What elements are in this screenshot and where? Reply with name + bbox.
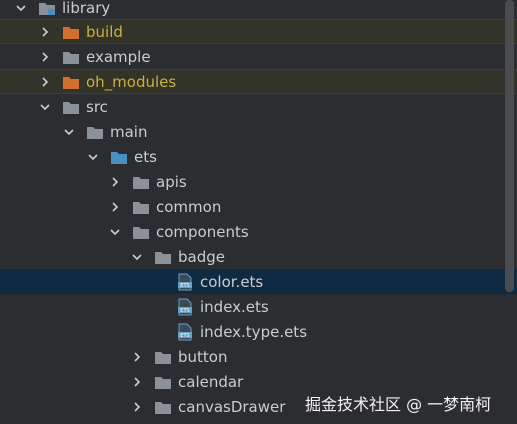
tree-label: ets bbox=[134, 147, 157, 166]
watermark: 掘金技术社区 @ 一梦南柯 bbox=[305, 395, 492, 414]
folder-icon bbox=[154, 249, 172, 265]
chevron-down-icon[interactable] bbox=[38, 100, 52, 114]
tree-label: main bbox=[110, 122, 148, 141]
chevron-right-icon[interactable] bbox=[108, 175, 122, 189]
ets-file-icon: ETS bbox=[176, 298, 194, 315]
chevron-right-icon[interactable] bbox=[130, 350, 144, 364]
ets-file-icon: ETS bbox=[176, 273, 194, 290]
tree-label: calendar bbox=[178, 372, 244, 391]
svg-text:ETS: ETS bbox=[180, 308, 189, 314]
tree-node-components[interactable]: components bbox=[0, 219, 517, 244]
ets-file-icon: ETS bbox=[176, 323, 194, 340]
tree-label: components bbox=[156, 222, 249, 241]
folder-icon bbox=[62, 49, 80, 65]
chevron-right-icon[interactable] bbox=[38, 25, 52, 39]
tree-node-button[interactable]: button bbox=[0, 344, 517, 369]
tree-node-example[interactable]: example bbox=[0, 44, 517, 69]
tree-node-main[interactable]: main bbox=[0, 119, 517, 144]
tree-node-badge[interactable]: badge bbox=[0, 244, 517, 269]
folder-icon bbox=[132, 199, 150, 215]
tree-label: library bbox=[62, 0, 111, 17]
vertical-scrollbar[interactable] bbox=[505, 0, 514, 292]
tree-node-common[interactable]: common bbox=[0, 194, 517, 219]
tree-node-library[interactable]: library bbox=[0, 0, 517, 20]
svg-text:ETS: ETS bbox=[180, 283, 189, 289]
module-folder-icon bbox=[38, 0, 56, 16]
tree-label: color.ets bbox=[200, 272, 264, 291]
chevron-right-icon[interactable] bbox=[38, 50, 52, 64]
tree-node-index-type-ets[interactable]: ETS index.type.ets bbox=[0, 319, 517, 344]
tree-label: index.type.ets bbox=[200, 322, 308, 341]
folder-icon bbox=[154, 374, 172, 390]
folder-icon bbox=[132, 174, 150, 190]
tree-node-oh-modules[interactable]: oh_modules bbox=[0, 69, 517, 94]
excluded-folder-icon bbox=[62, 74, 80, 90]
chevron-right-icon[interactable] bbox=[130, 375, 144, 389]
project-tree: library build example oh_modules src mai… bbox=[0, 0, 517, 424]
folder-icon bbox=[86, 124, 104, 140]
tree-label: src bbox=[86, 97, 108, 116]
folder-icon bbox=[154, 349, 172, 365]
svg-text:ETS: ETS bbox=[180, 333, 189, 339]
tree-label: canvasDrawer bbox=[178, 397, 286, 416]
tree-label: example bbox=[86, 47, 151, 66]
excluded-folder-icon bbox=[62, 24, 80, 40]
chevron-right-icon[interactable] bbox=[108, 200, 122, 214]
tree-node-ets[interactable]: ets bbox=[0, 144, 517, 169]
tree-label: index.ets bbox=[200, 297, 269, 316]
folder-icon bbox=[62, 99, 80, 115]
tree-node-color-ets[interactable]: ETS color.ets bbox=[0, 269, 517, 294]
tree-label: apis bbox=[156, 172, 187, 191]
tree-node-build[interactable]: build bbox=[0, 19, 517, 44]
tree-node-index-ets[interactable]: ETS index.ets bbox=[0, 294, 517, 319]
source-folder-icon bbox=[110, 149, 128, 165]
tree-label: oh_modules bbox=[86, 72, 177, 91]
chevron-down-icon[interactable] bbox=[130, 250, 144, 264]
chevron-down-icon[interactable] bbox=[62, 125, 76, 139]
folder-icon bbox=[132, 224, 150, 240]
folder-icon bbox=[154, 399, 172, 415]
chevron-down-icon[interactable] bbox=[108, 225, 122, 239]
chevron-right-icon[interactable] bbox=[130, 400, 144, 414]
tree-label: badge bbox=[178, 247, 225, 266]
tree-label: button bbox=[178, 347, 228, 366]
tree-label: build bbox=[86, 22, 123, 41]
chevron-right-icon[interactable] bbox=[38, 75, 52, 89]
chevron-down-icon[interactable] bbox=[14, 1, 28, 15]
chevron-down-icon[interactable] bbox=[86, 150, 100, 164]
tree-label: common bbox=[156, 197, 222, 216]
tree-node-apis[interactable]: apis bbox=[0, 169, 517, 194]
tree-node-src[interactable]: src bbox=[0, 94, 517, 119]
